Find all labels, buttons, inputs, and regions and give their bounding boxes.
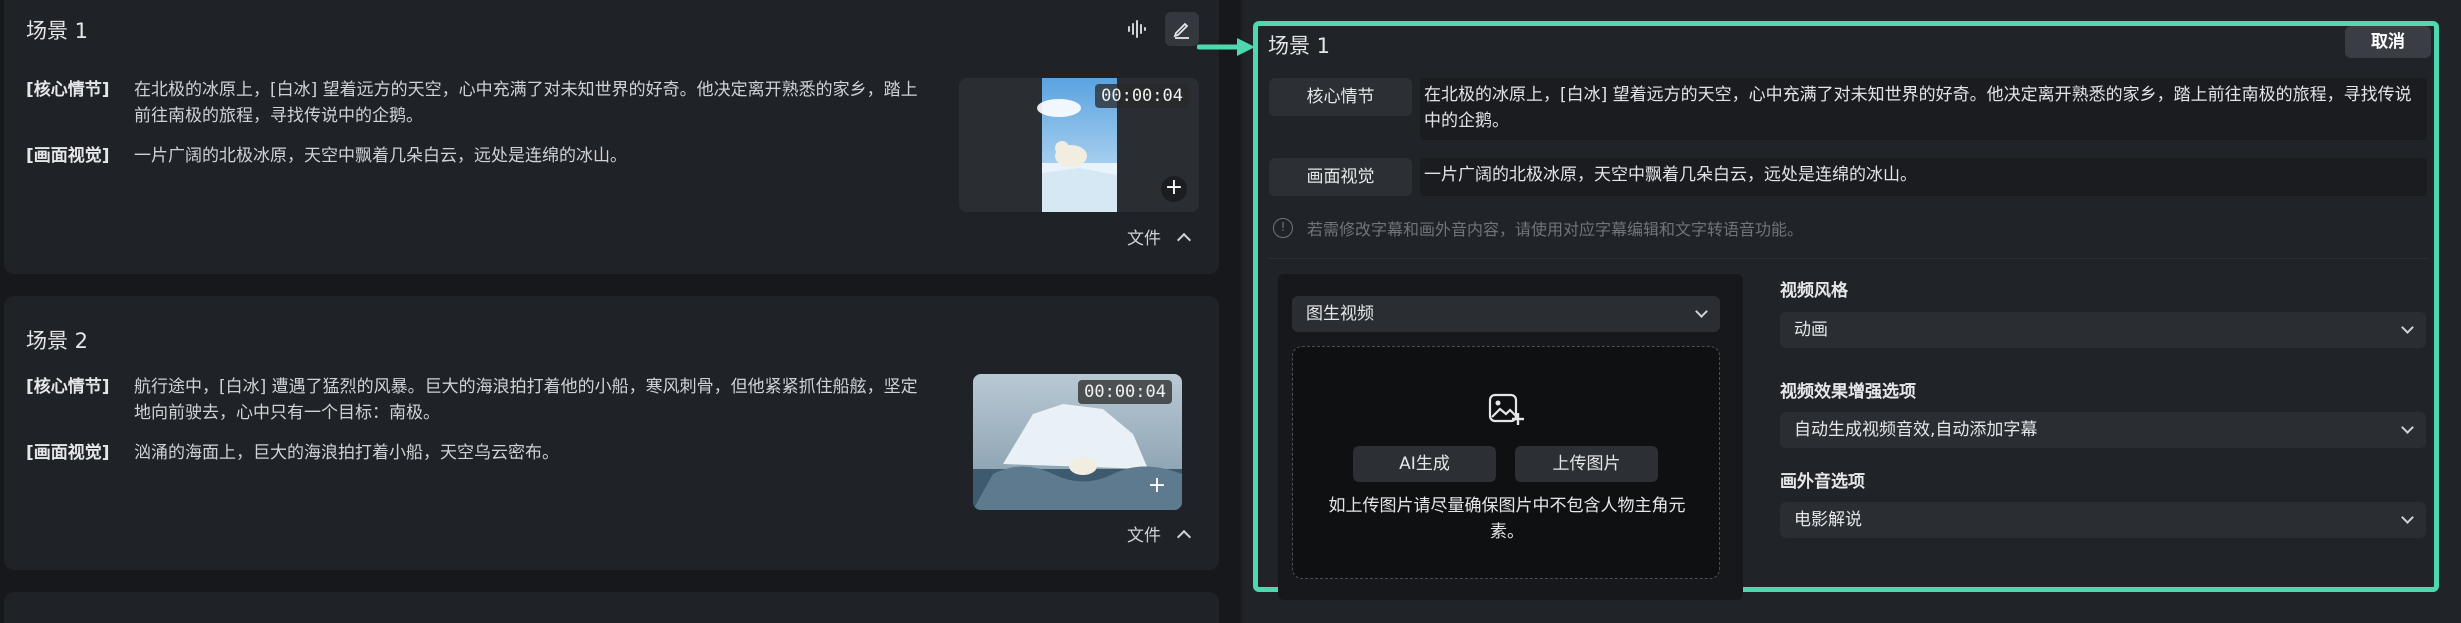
editor-title: 场景 1 [1268, 34, 1331, 58]
plus-icon[interactable]: + [1144, 474, 1170, 500]
visual-label: [画面视觉] [26, 146, 110, 166]
plot-label: [核心情节] [26, 80, 110, 100]
visual-pill: 画面视觉 [1269, 158, 1412, 196]
scene-card-2[interactable]: 场景 2 [核心情节] 航行途中，[白冰] 遭遇了猛烈的风暴。巨大的海浪拍打着他… [4, 296, 1219, 570]
editor-visual-row: 画面视觉 一片广阔的北极冰原，天空中飘着几朵白云，远处是连绵的冰山。 [1269, 158, 2427, 196]
plot-pill: 核心情节 [1269, 78, 1412, 116]
style-label: 视频风格 [1780, 281, 1848, 301]
style-select[interactable]: 动画 [1780, 312, 2426, 348]
image-add-icon [1488, 393, 1524, 425]
scene-plot-row: [核心情节] 在北极的冰原上，[白冰] 望着远方的天空，心中充满了对未知世界的好… [26, 77, 926, 129]
scene-thumbnail[interactable]: 00:00:04 + [973, 374, 1182, 510]
plot-label: [核心情节] [26, 377, 110, 397]
chevron-down-icon [1695, 305, 1708, 318]
timecode: 00:00:04 [1078, 380, 1172, 404]
chevron-up-icon [1176, 232, 1192, 247]
scene-list-pane: 场景 1 [核心情节] 在北极的冰原上，[白冰] 望着远方的天空，心中充满了对未… [0, 0, 1240, 623]
scene-toolbar [1119, 12, 1199, 46]
visual-text: 汹涌的海面上，巨大的海浪拍打着小船，天空乌云密布。 [134, 443, 559, 463]
style-select-value: 动画 [1794, 320, 1828, 340]
voiceover-label: 画外音选项 [1780, 472, 1865, 492]
scene-card-3[interactable] [4, 592, 1219, 623]
visual-text: 一片广阔的北极冰原，天空中飘着几朵白云，远处是连绵的冰山。 [134, 146, 627, 166]
editor-visual-text[interactable]: 一片广阔的北极冰原，天空中飘着几朵白云，远处是连绵的冰山。 [1420, 158, 2427, 196]
mode-select-value: 图生视频 [1306, 304, 1374, 324]
enhance-select-value: 自动生成视频音效,自动添加字幕 [1794, 420, 2038, 440]
scene-title: 场景 2 [26, 329, 89, 353]
chevron-down-icon [2401, 511, 2414, 524]
edit-icon[interactable] [1165, 12, 1199, 46]
upload-image-button[interactable]: 上传图片 [1515, 446, 1658, 482]
image-upload-area[interactable]: AI生成 上传图片 如上传图片请尽量确保图片中不包含人物主角元素。 [1292, 346, 1720, 579]
scene-title: 场景 1 [26, 19, 89, 43]
file-toggle[interactable]: 文件 [1127, 521, 1192, 546]
file-toggle[interactable]: 文件 [1127, 224, 1192, 249]
waveform-icon[interactable] [1119, 12, 1153, 46]
info-icon: ! [1273, 218, 1293, 238]
divider [1269, 258, 2429, 259]
cancel-button[interactable]: 取消 [2345, 26, 2431, 58]
timecode: 00:00:04 [1095, 84, 1189, 108]
file-label: 文件 [1127, 229, 1161, 249]
file-label: 文件 [1127, 526, 1161, 546]
chevron-up-icon [1176, 529, 1192, 544]
chevron-down-icon [2401, 421, 2414, 434]
arrow-right-icon [1197, 38, 1255, 56]
scene-card-1[interactable]: 场景 1 [核心情节] 在北极的冰原上，[白冰] 望着远方的天空，心中充满了对未… [4, 0, 1219, 274]
chevron-down-icon [2401, 321, 2414, 334]
enhance-label: 视频效果增强选项 [1780, 382, 1916, 402]
ai-generate-button[interactable]: AI生成 [1353, 446, 1496, 482]
visual-label: [画面视觉] [26, 443, 110, 463]
plot-text: 在北极的冰原上，[白冰] 望着远方的天空，心中充满了对未知世界的好奇。他决定离开… [134, 80, 918, 126]
plot-text: 航行途中，[白冰] 遭遇了猛烈的风暴。巨大的海浪拍打着他的小船，寒风刺骨，但他紧… [134, 377, 918, 423]
scene-thumbnail[interactable]: 00:00:04 + [959, 78, 1199, 212]
editor-plot-row: 核心情节 在北极的冰原上，[白冰] 望着远方的天空，心中充满了对未知世界的好奇。… [1269, 78, 2427, 140]
plus-icon[interactable]: + [1161, 176, 1187, 202]
hint-text: 若需修改字幕和画外音内容，请使用对应字幕编辑和文字转语音功能。 [1307, 220, 1804, 239]
upload-note: 如上传图片请尽量确保图片中不包含人物主角元素。 [1328, 496, 1686, 542]
edit-hint: ! 若需修改字幕和画外音内容，请使用对应字幕编辑和文字转语音功能。 [1273, 216, 1803, 240]
enhance-select[interactable]: 自动生成视频音效,自动添加字幕 [1780, 412, 2426, 448]
scene-plot-row: [核心情节] 航行途中，[白冰] 遭遇了猛烈的风暴。巨大的海浪拍打着他的小船，寒… [26, 374, 926, 426]
voiceover-select-value: 电影解说 [1794, 510, 1862, 530]
editor-plot-text[interactable]: 在北极的冰原上，[白冰] 望着远方的天空，心中充满了对未知世界的好奇。他决定离开… [1420, 78, 2427, 140]
scene-visual-row: [画面视觉] 一片广阔的北极冰原，天空中飘着几朵白云，远处是连绵的冰山。 [26, 143, 926, 169]
voiceover-select[interactable]: 电影解说 [1780, 502, 2426, 538]
scene-visual-row: [画面视觉] 汹涌的海面上，巨大的海浪拍打着小船，天空乌云密布。 [26, 440, 926, 466]
mode-select[interactable]: 图生视频 [1292, 296, 1720, 332]
